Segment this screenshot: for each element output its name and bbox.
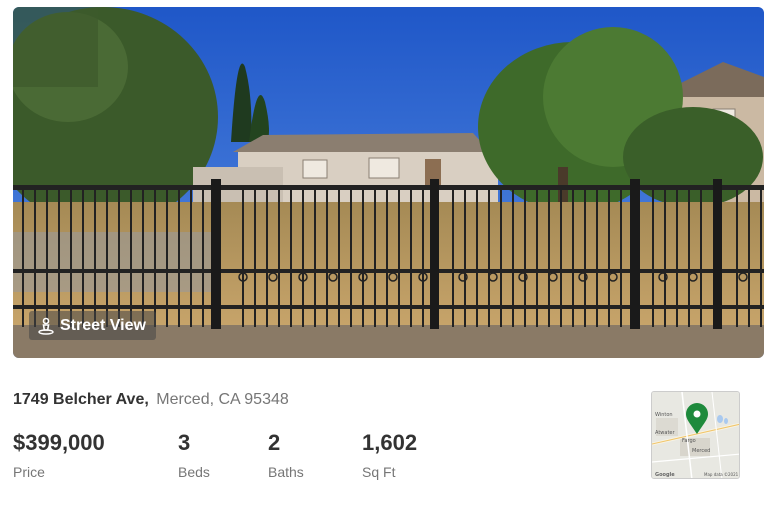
price-value: $399,000 [13,430,105,455]
property-photo[interactable] [13,7,764,358]
street-view-button[interactable]: Street View [29,311,156,340]
map-label-winton: Winton [655,412,673,418]
baths-label: Baths [268,464,304,480]
beds-value: 3 [178,430,191,455]
stat-sqft: 1,602 Sq Ft [362,430,417,480]
price-label: Price [13,464,45,480]
property-photo-image [13,7,764,358]
map-label-merced: Merced [692,448,710,454]
stat-beds: 3 Beds [178,430,210,480]
map-label-fargo: Fargo [682,438,696,444]
street-view-label: Street View [60,316,146,334]
city-state-zip: Merced, CA 95348 [156,391,289,408]
map-google-logo: Google [655,472,675,478]
street-view-person-icon [37,317,55,335]
map-image: Winton Atwater Fargo Merced Google Map d… [652,392,739,478]
street-address: 1749 Belcher Ave, [13,391,149,408]
map-attribution: Map data ©2021 [704,472,739,477]
map-thumbnail[interactable]: Winton Atwater Fargo Merced Google Map d… [651,391,740,479]
beds-label: Beds [178,464,210,480]
baths-value: 2 [268,430,281,455]
stat-price: $399,000 Price [13,430,105,480]
sqft-value: 1,602 [362,430,418,455]
map-label-atwater: Atwater [655,430,675,436]
stat-baths: 2 Baths [268,430,304,480]
sqft-label: Sq Ft [362,464,396,480]
listing-address: 1749 Belcher Ave, Merced, CA 95348 [13,391,289,409]
